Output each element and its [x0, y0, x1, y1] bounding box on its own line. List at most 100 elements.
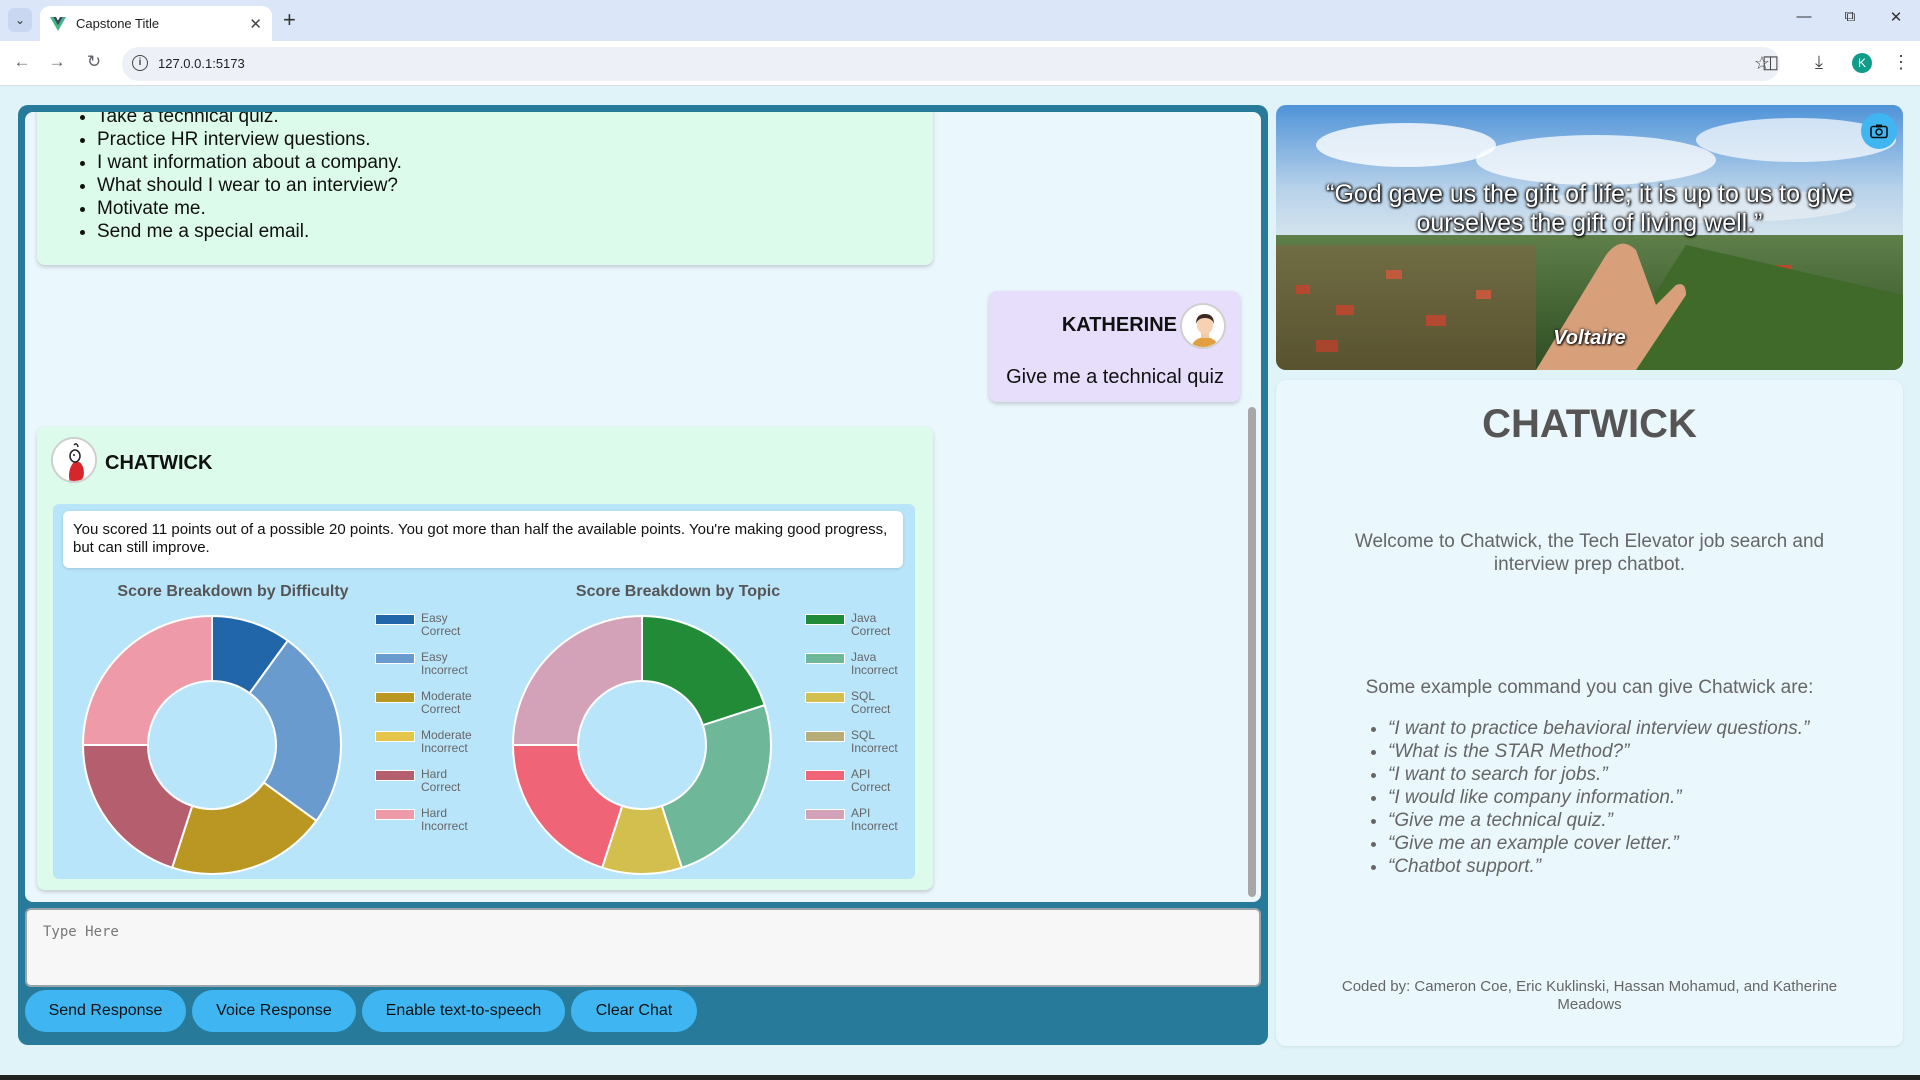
voice-response-button[interactable]: Voice Response	[192, 990, 356, 1032]
options-list: Take a technical quiz. Practice HR inter…	[97, 112, 402, 243]
quote-text: “God gave us the gift of life; it is up …	[1326, 180, 1853, 237]
forward-icon[interactable]: →	[45, 52, 69, 72]
score-summary: You scored 11 points out of a possible 2…	[63, 511, 903, 568]
list-item: “Give me a technical quiz.”	[1388, 809, 1809, 832]
legend-label: API Correct	[851, 767, 891, 794]
clear-chat-button[interactable]: Clear Chat	[571, 990, 697, 1032]
legend-label: Java Correct	[851, 611, 891, 638]
legend-swatch	[805, 653, 845, 664]
list-item: “What is the STAR Method?”	[1388, 740, 1809, 763]
topic-donut-chart	[511, 614, 772, 875]
legend-label: Java Incorrect	[851, 650, 898, 677]
welcome-text: Welcome to Chatwick, the Tech Elevator j…	[1354, 531, 1825, 575]
chat-history[interactable]: Take a technical quiz. Practice HR inter…	[25, 112, 1261, 902]
bot-avatar	[51, 437, 97, 483]
list-item: “I would like company information.”	[1388, 786, 1809, 809]
topic-slice-api-incorrect[interactable]	[511, 614, 643, 746]
chart-title: Score Breakdown by Topic	[575, 583, 781, 600]
browser-tab[interactable]: Capstone Title ✕	[40, 6, 272, 41]
list-item: “I want to search for jobs.”	[1388, 763, 1809, 786]
address-bar[interactable]: i 127.0.0.1:5173 ☆	[122, 47, 1780, 81]
text-to-speech-button[interactable]: Enable text-to-speech	[362, 990, 565, 1032]
browser-tab-bar: ⌄ Capstone Title ✕ + — ⧉ ✕	[0, 0, 1920, 41]
quote-author: Voltaire	[1553, 327, 1626, 349]
legend-label: Easy Incorrect	[421, 650, 468, 677]
legend-label: SQL Correct	[851, 689, 891, 716]
chat-panel: Take a technical quiz. Practice HR inter…	[18, 105, 1268, 1045]
chat-scrollbar-thumb[interactable]	[1248, 407, 1256, 897]
difficulty-donut-chart	[81, 614, 342, 875]
credits-text: Coded by: Cameron Coe, Eric Kuklinski, H…	[1341, 978, 1838, 1013]
back-icon[interactable]: ←	[10, 52, 34, 72]
quote-banner: “God gave us the gift of life; it is up …	[1276, 105, 1903, 370]
person-icon	[1182, 305, 1224, 347]
reload-icon[interactable]: ↻	[82, 52, 106, 72]
send-response-button[interactable]: Send Response	[25, 990, 186, 1032]
camera-icon	[1870, 124, 1888, 139]
chart-title: Score Breakdown by Difficulty	[117, 583, 349, 600]
difficulty-slice-hard-correct[interactable]	[81, 744, 194, 869]
tab-title: Capstone Title	[76, 16, 160, 31]
tab-close-icon[interactable]: ✕	[249, 15, 262, 33]
bot-quiz-result-message: CHATWICK You scored 11 points out of a p…	[37, 427, 933, 890]
legend-label: Moderate Incorrect	[421, 728, 472, 755]
legend-swatch	[805, 731, 845, 742]
window-close-icon[interactable]: ✕	[1884, 8, 1908, 26]
minimize-icon[interactable]: —	[1792, 8, 1816, 25]
legend-swatch	[805, 809, 845, 820]
topic-slice-api-correct[interactable]	[511, 744, 624, 869]
browser-menu-icon[interactable]: ⋮	[1892, 52, 1910, 73]
user-message-text: Give me a technical quiz	[1006, 366, 1224, 388]
examples-heading: Some example command you can give Chatwi…	[1365, 677, 1814, 698]
examples-list: “I want to practice behavioral interview…	[1388, 717, 1809, 878]
list-item: “Give me an example cover letter.”	[1388, 832, 1809, 855]
list-item: “I want to practice behavioral interview…	[1388, 717, 1809, 740]
legend-swatch	[375, 653, 415, 664]
url-text[interactable]: 127.0.0.1:5173	[158, 56, 245, 71]
tab-search-button[interactable]: ⌄	[8, 8, 32, 32]
bottom-edge	[0, 1075, 1920, 1080]
bot-name: CHATWICK	[105, 452, 213, 474]
legend-swatch	[805, 692, 845, 703]
info-card: CHATWICK Welcome to Chatwick, the Tech E…	[1276, 380, 1903, 1046]
user-message: KATHERINE Give me a technical quiz	[989, 291, 1240, 402]
user-avatar	[1180, 303, 1226, 349]
download-icon[interactable]: ⤓	[1815, 52, 1823, 73]
legend-label: Easy Correct	[421, 611, 461, 638]
list-item: “Chatbot support.”	[1388, 855, 1809, 878]
list-item: Practice HR interview questions.	[97, 128, 402, 151]
list-item: What should I wear to an interview?	[97, 174, 402, 197]
legend-label: Moderate Correct	[421, 689, 472, 716]
legend-swatch	[375, 731, 415, 742]
legend-label: Hard Incorrect	[421, 806, 468, 833]
legend-swatch	[375, 809, 415, 820]
new-tab-button[interactable]: +	[283, 7, 296, 33]
restore-icon[interactable]: ⧉	[1838, 8, 1862, 25]
legend-label: Hard Correct	[421, 767, 461, 794]
legend-swatch	[375, 770, 415, 781]
user-name: KATHERINE	[1061, 314, 1177, 336]
site-info-icon[interactable]: i	[132, 55, 148, 71]
legend-swatch	[375, 614, 415, 625]
address-toolbar: ← → ↻ i 127.0.0.1:5173 ☆	[0, 41, 1920, 86]
vue-logo-icon	[50, 16, 66, 31]
legend-swatch	[805, 614, 845, 625]
extensions-icon[interactable]: ◫	[1762, 52, 1779, 73]
difficulty-slice-hard-incorrect[interactable]	[81, 614, 213, 746]
topic-slice-java-incorrect[interactable]	[660, 703, 772, 869]
list-item: Send me a special email.	[97, 220, 402, 243]
profile-avatar[interactable]: K	[1852, 53, 1872, 73]
legend-swatch	[805, 770, 845, 781]
app-title: CHATWICK	[1482, 402, 1697, 446]
legend-label: API Incorrect	[851, 806, 898, 833]
legend-label: SQL Incorrect	[851, 728, 898, 755]
legend-swatch	[375, 692, 415, 703]
message-input-box[interactable]	[25, 908, 1261, 987]
chatwick-mascot-icon	[53, 439, 95, 481]
topic-slice-java-correct[interactable]	[641, 614, 766, 727]
list-item: I want information about a company.	[97, 151, 402, 174]
message-input[interactable]	[27, 910, 1259, 985]
bot-options-message: Take a technical quiz. Practice HR inter…	[37, 112, 933, 265]
camera-button[interactable]	[1861, 113, 1897, 149]
quiz-results-panel: You scored 11 points out of a possible 2…	[53, 504, 915, 879]
